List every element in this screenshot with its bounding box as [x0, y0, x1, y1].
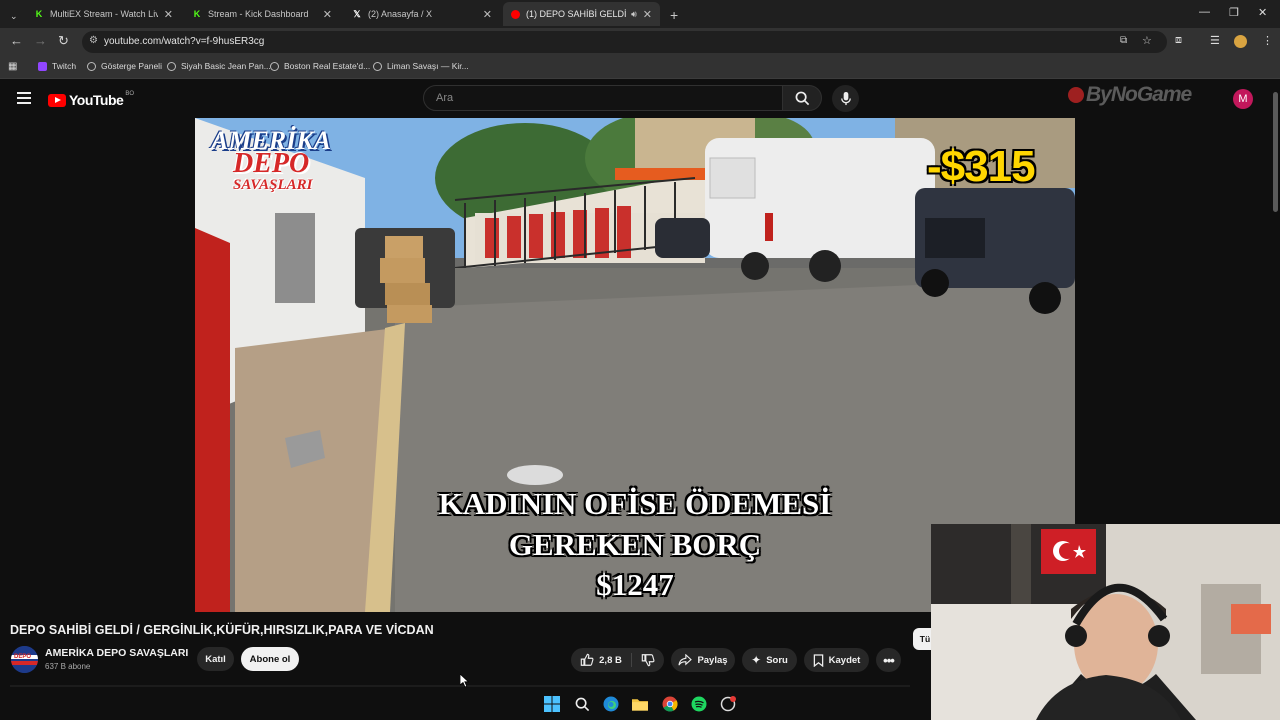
search-box — [423, 85, 783, 111]
scrollbar-thumb[interactable] — [1273, 92, 1278, 212]
forward-icon[interactable]: → — [34, 33, 47, 48]
sparkle-icon: ✦ — [751, 653, 762, 667]
file-explorer-icon[interactable] — [632, 696, 648, 712]
bookmark-boston[interactable]: Boston Real Estate'd... — [270, 61, 370, 71]
caption-line-1: KADININ OFİSE ÖDEMESİ — [438, 486, 832, 521]
thumbs-up-icon — [580, 653, 594, 666]
price-overlay: -$315 — [927, 142, 1036, 191]
bookmarks-bar: ▦ Twitch Gösterge Paneli Siyah Basic Jea… — [0, 56, 1280, 79]
subscriber-count: 637 B abone — [45, 662, 91, 671]
close-tab-icon[interactable]: ✕ — [483, 8, 492, 21]
youtube-play-icon — [48, 93, 66, 107]
x-icon: 𝕏 — [353, 8, 361, 19]
globe-icon — [87, 61, 96, 71]
like-button[interactable]: 2,8 B — [580, 653, 632, 667]
extensions-icon[interactable]: ⧈ — [1175, 34, 1182, 47]
bookmark-dashboard[interactable]: Gösterge Paneli — [87, 61, 162, 71]
maximize-icon[interactable]: ❐ — [1229, 6, 1239, 19]
tab-kick-dashboard[interactable]: K Stream - Kick Dashboard ✕ — [184, 2, 340, 26]
share-button[interactable]: Paylaş — [671, 648, 735, 672]
cast-icon[interactable]: ⧉ — [1120, 35, 1127, 46]
close-tab-icon[interactable]: ✕ — [164, 8, 173, 21]
svg-text:DEPO: DEPO — [14, 654, 31, 660]
join-button[interactable]: Katıl — [197, 647, 234, 671]
search-icon — [795, 91, 809, 105]
apps-grid-icon[interactable]: ▦ — [8, 61, 17, 72]
channel-logo-icon: DEPO — [11, 646, 38, 673]
tab-search-menu[interactable]: ⌄ — [2, 4, 22, 28]
kick-icon: K — [193, 9, 201, 19]
like-dislike-group: 2,8 B — [571, 648, 664, 672]
tab-x-home[interactable]: 𝕏 (2) Anasayfa / X ✕ — [344, 2, 500, 26]
taskbar-search-icon[interactable] — [574, 696, 590, 712]
more-horizontal-icon: ••• — [883, 652, 895, 668]
close-tab-icon[interactable]: ✕ — [323, 8, 332, 21]
windows-taskbar — [0, 688, 1280, 720]
globe-icon — [373, 61, 382, 71]
dislike-button[interactable] — [632, 653, 655, 667]
minimize-icon[interactable]: — — [1199, 6, 1210, 18]
video-title: DEPO SAHİBİ GELDİ / GERGİNLİK,KÜFÜR,HIRS… — [10, 623, 434, 637]
kick-icon: K — [35, 9, 43, 19]
site-info-icon[interactable]: ⚙ — [89, 35, 98, 46]
hamburger-menu-icon[interactable] — [17, 92, 31, 107]
mouse-cursor-icon — [460, 674, 470, 688]
browser-tab-strip: ⌄ K MultiEX Stream - Watch Live on ✕ K S… — [0, 0, 1280, 28]
ask-button[interactable]: ✦ Soru — [742, 648, 797, 672]
audio-playing-icon[interactable]: 🔊︎ — [631, 9, 637, 20]
voice-search-button[interactable] — [832, 85, 859, 112]
watermark-logo-icon — [1068, 87, 1084, 104]
globe-icon — [270, 61, 279, 71]
account-avatar[interactable]: M — [1233, 89, 1253, 109]
channel-name[interactable]: AMERİKA DEPO SAVAŞLARI — [45, 647, 188, 659]
youtube-icon — [511, 9, 520, 19]
reload-icon[interactable]: ↻ — [58, 33, 69, 49]
back-icon[interactable]: ← — [10, 33, 23, 48]
spotify-icon[interactable] — [691, 696, 707, 712]
thumbs-down-icon — [641, 654, 655, 667]
app-with-badge-icon[interactable] — [720, 696, 736, 712]
share-icon — [678, 654, 693, 666]
close-window-icon[interactable]: ✕ — [1258, 6, 1267, 19]
bookmark-jean[interactable]: Siyah Basic Jean Pan... — [167, 61, 271, 71]
search-button[interactable] — [782, 85, 822, 111]
edge-browser-icon[interactable] — [603, 696, 619, 712]
profile-avatar[interactable] — [1234, 35, 1247, 48]
stream-watermark: ByNoGame — [1068, 83, 1192, 107]
tab-youtube-active[interactable]: (1) DEPO SAHİBİ GELDİ / GE 🔊︎ ✕ — [503, 2, 660, 26]
show-logo: AMERİKA DEPO SAVAŞLARI — [211, 126, 331, 193]
close-tab-icon[interactable]: ✕ — [643, 8, 652, 21]
search-input[interactable] — [434, 91, 768, 105]
microphone-icon — [840, 91, 851, 106]
bookmark-icon — [813, 653, 823, 667]
bookmark-star-icon[interactable]: ☆ — [1142, 34, 1152, 47]
tab-multiex[interactable]: K MultiEX Stream - Watch Live on ✕ — [26, 2, 181, 26]
chrome-icon[interactable] — [662, 696, 678, 712]
bookmark-liman[interactable]: Liman Savaşı — Kir... — [373, 61, 469, 71]
channel-avatar[interactable]: DEPO — [11, 646, 38, 673]
browser-toolbar: ← → ↻ ⚙ youtube.com/watch?v=f-9husER3cg … — [0, 28, 1280, 56]
menu-kebab-icon[interactable]: ⋮ — [1262, 34, 1273, 47]
bookmark-twitch[interactable]: Twitch — [38, 61, 76, 71]
youtube-header: YouTube BO ByNoGame M — [0, 79, 1280, 119]
more-actions-button[interactable]: ••• — [876, 648, 901, 672]
windows-start-icon[interactable] — [544, 696, 560, 712]
address-bar[interactable]: ⚙ youtube.com/watch?v=f-9husER3cg ⧉ ☆ — [82, 31, 1167, 53]
subscribe-button[interactable]: Abone ol — [241, 647, 299, 671]
new-tab-button[interactable]: + — [662, 3, 682, 27]
save-button[interactable]: Kaydet — [804, 648, 869, 672]
reading-list-icon[interactable]: ☰ — [1210, 34, 1220, 47]
twitch-icon — [38, 61, 47, 71]
globe-icon — [167, 61, 176, 71]
youtube-logo[interactable]: YouTube BO — [48, 91, 134, 108]
